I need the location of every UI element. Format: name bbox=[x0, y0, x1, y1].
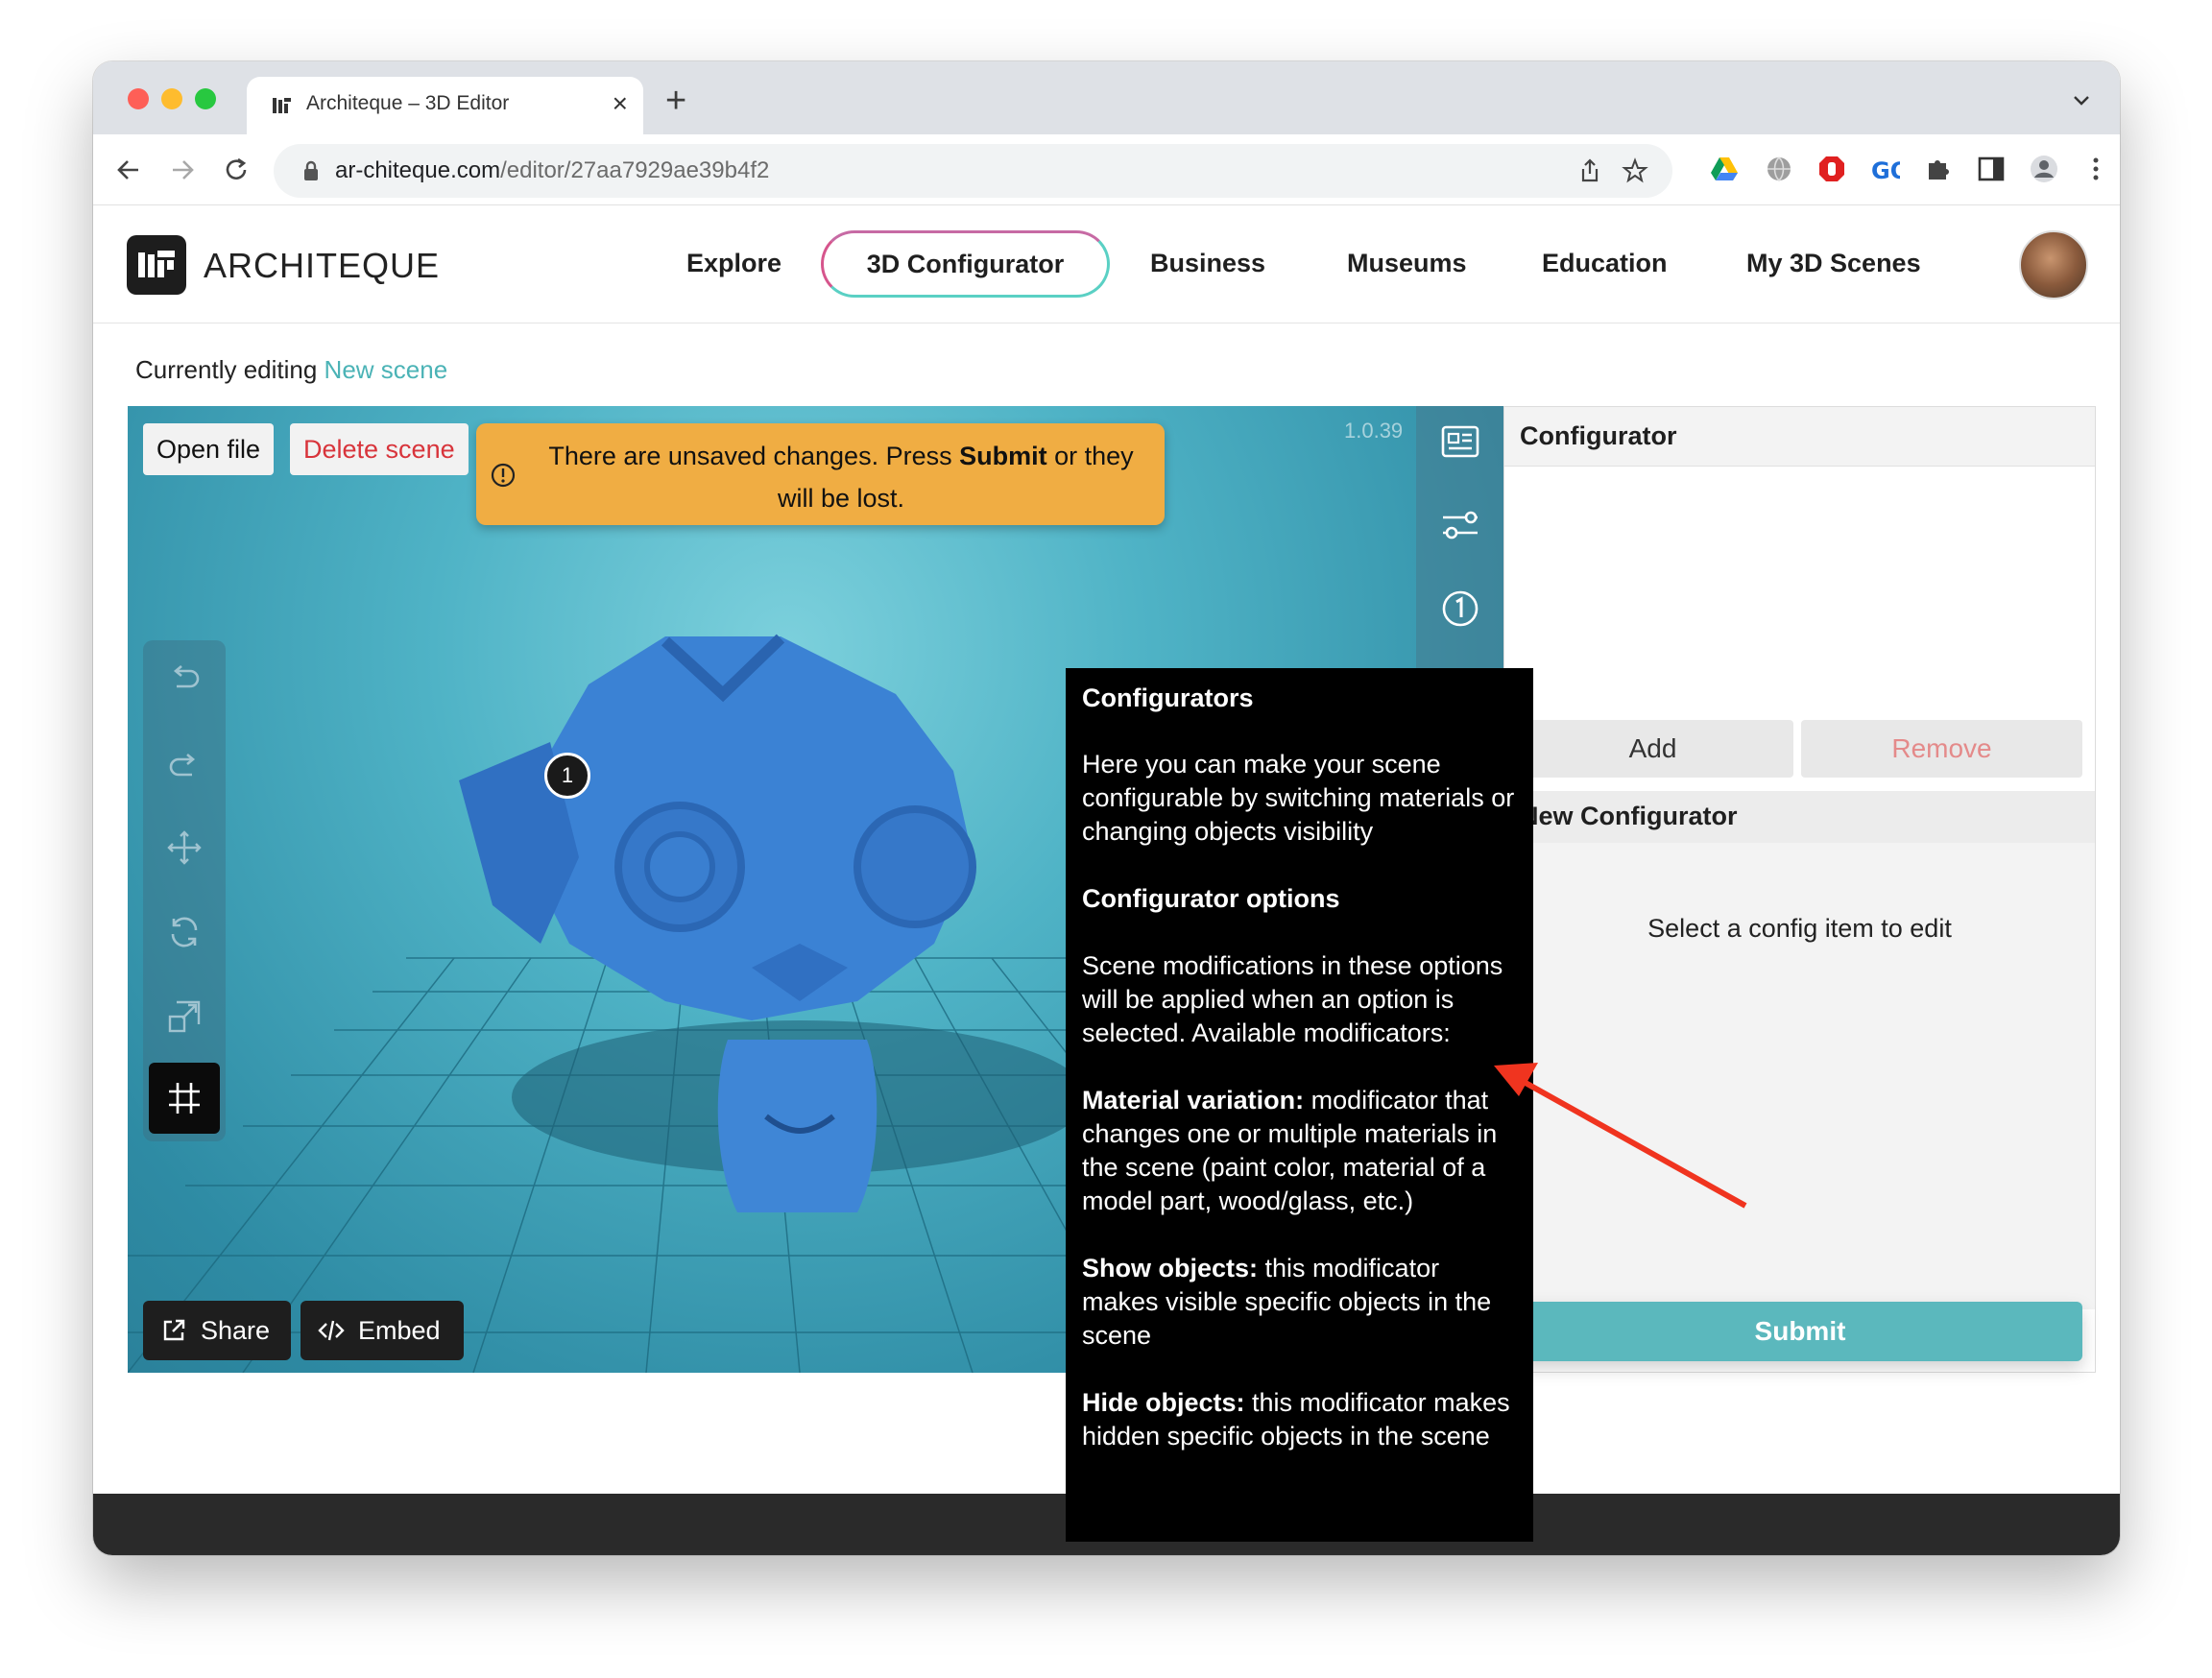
embed-button[interactable]: Embed bbox=[301, 1301, 464, 1360]
config-item-editor: Select a config item to edit bbox=[1504, 843, 2095, 1309]
profile-icon[interactable] bbox=[2029, 154, 2059, 184]
info-card-icon[interactable] bbox=[1439, 420, 1481, 463]
nav-my-3d-scenes[interactable]: My 3D Scenes bbox=[1746, 249, 1921, 278]
go-extension-icon[interactable]: GO bbox=[1869, 154, 1900, 184]
embed-icon bbox=[318, 1320, 345, 1341]
hotspot-marker[interactable]: 1 bbox=[544, 753, 590, 799]
scene-name-link[interactable]: New scene bbox=[325, 355, 448, 384]
number-badge-icon[interactable] bbox=[1439, 587, 1481, 630]
scale-icon[interactable] bbox=[165, 997, 204, 1036]
nav-museums[interactable]: Museums bbox=[1347, 249, 1467, 278]
back-arrow-icon[interactable] bbox=[114, 156, 143, 184]
nav-education[interactable]: Education bbox=[1542, 249, 1668, 278]
configurators-tooltip: Configurators Here you can make your sce… bbox=[1066, 668, 1533, 1542]
sliders-icon[interactable] bbox=[1439, 504, 1481, 546]
new-tab-button[interactable]: + bbox=[665, 81, 686, 122]
grid-toggle-button[interactable] bbox=[149, 1063, 220, 1134]
reload-icon[interactable] bbox=[222, 156, 251, 184]
tooltip-hide: Hide objects: this modificator makes hid… bbox=[1082, 1388, 1510, 1450]
architeque-favicon-icon bbox=[273, 98, 291, 113]
add-configurator-button[interactable]: Add bbox=[1512, 720, 1793, 778]
url-text[interactable]: ar-chiteque.com/editor/27aa7929ae39b4f2 bbox=[335, 157, 769, 184]
tooltip-intro: Here you can make your scene configurabl… bbox=[1082, 750, 1515, 846]
user-avatar[interactable] bbox=[2019, 230, 2088, 300]
delete-scene-button[interactable]: Delete scene bbox=[290, 423, 469, 475]
unsaved-changes-warning: There are unsaved changes. Press Submit … bbox=[476, 423, 1165, 525]
currently-editing-label: Currently editing New scene bbox=[135, 355, 448, 384]
move-icon[interactable] bbox=[165, 828, 204, 867]
share-button[interactable]: Share bbox=[143, 1301, 291, 1360]
architeque-logo[interactable] bbox=[127, 235, 186, 295]
submit-button[interactable]: Submit bbox=[1518, 1302, 2082, 1361]
tooltip-show: Show objects: this modificator makes vis… bbox=[1082, 1254, 1492, 1350]
alert-circle-icon bbox=[491, 463, 516, 488]
tooltip-options-title: Configurator options bbox=[1082, 884, 1340, 913]
google-drive-icon[interactable] bbox=[1709, 154, 1740, 184]
browser-window: Architeque – 3D Editor × + ar-chiteque.c… bbox=[93, 61, 2120, 1555]
configurator-header: Configurator bbox=[1504, 407, 2095, 467]
new-configurator-header: New Configurator bbox=[1504, 791, 2095, 843]
rotate-icon[interactable] bbox=[165, 913, 204, 951]
logo-text[interactable]: ARCHITEQUE bbox=[204, 246, 440, 286]
minimize-window-button[interactable] bbox=[161, 88, 182, 109]
tooltip-material: Material variation: modificator that cha… bbox=[1082, 1086, 1498, 1215]
undo-icon[interactable] bbox=[165, 659, 204, 698]
transform-toolbar bbox=[143, 640, 226, 1141]
forward-arrow-icon[interactable] bbox=[168, 156, 197, 184]
browser-menu-icon[interactable] bbox=[2080, 154, 2111, 184]
browser-tab[interactable]: Architeque – 3D Editor × bbox=[247, 77, 643, 134]
share-page-icon[interactable] bbox=[1576, 157, 1603, 184]
version-label: 1.0.39 bbox=[1344, 419, 1404, 443]
globe-icon[interactable] bbox=[1764, 154, 1794, 184]
tooltip-title: Configurators bbox=[1082, 683, 1254, 712]
nav-3d-configurator[interactable]: 3D Configurator bbox=[821, 230, 1110, 298]
zoom-window-button[interactable] bbox=[195, 88, 216, 109]
nav-business[interactable]: Business bbox=[1150, 249, 1265, 278]
remove-configurator-button[interactable]: Remove bbox=[1801, 720, 2082, 778]
open-file-button[interactable]: Open file bbox=[143, 423, 275, 475]
tab-title: Architeque – 3D Editor bbox=[306, 92, 510, 114]
grid-icon bbox=[169, 1083, 200, 1114]
site-header: ARCHITEQUE Explore 3D Configurator Busin… bbox=[93, 205, 2120, 324]
adblock-icon[interactable] bbox=[1816, 154, 1847, 184]
configurator-panel: Configurator Add Remove New Configurator… bbox=[1503, 406, 2096, 1373]
share-icon bbox=[163, 1319, 185, 1341]
side-panel-icon[interactable] bbox=[1976, 154, 2007, 184]
tab-close-icon[interactable]: × bbox=[613, 88, 628, 119]
extensions-puzzle-icon[interactable] bbox=[1923, 154, 1954, 184]
tab-bar: Architeque – 3D Editor × + bbox=[93, 61, 2120, 134]
lock-icon[interactable] bbox=[302, 160, 320, 181]
tab-list-chevron-down-icon[interactable] bbox=[2072, 90, 2091, 109]
redo-icon[interactable] bbox=[165, 744, 204, 782]
select-config-hint: Select a config item to edit bbox=[1647, 914, 1952, 943]
address-bar[interactable]: ar-chiteque.com/editor/27aa7929ae39b4f2 bbox=[274, 144, 1672, 198]
bookmark-star-icon[interactable] bbox=[1622, 157, 1648, 184]
close-window-button[interactable] bbox=[128, 88, 149, 109]
svg-text:GO: GO bbox=[1871, 157, 1900, 184]
nav-explore[interactable]: Explore bbox=[686, 249, 781, 278]
tooltip-options-text: Scene modifications in these options wil… bbox=[1082, 951, 1503, 1047]
browser-toolbar: ar-chiteque.com/editor/27aa7929ae39b4f2 … bbox=[93, 134, 2120, 205]
